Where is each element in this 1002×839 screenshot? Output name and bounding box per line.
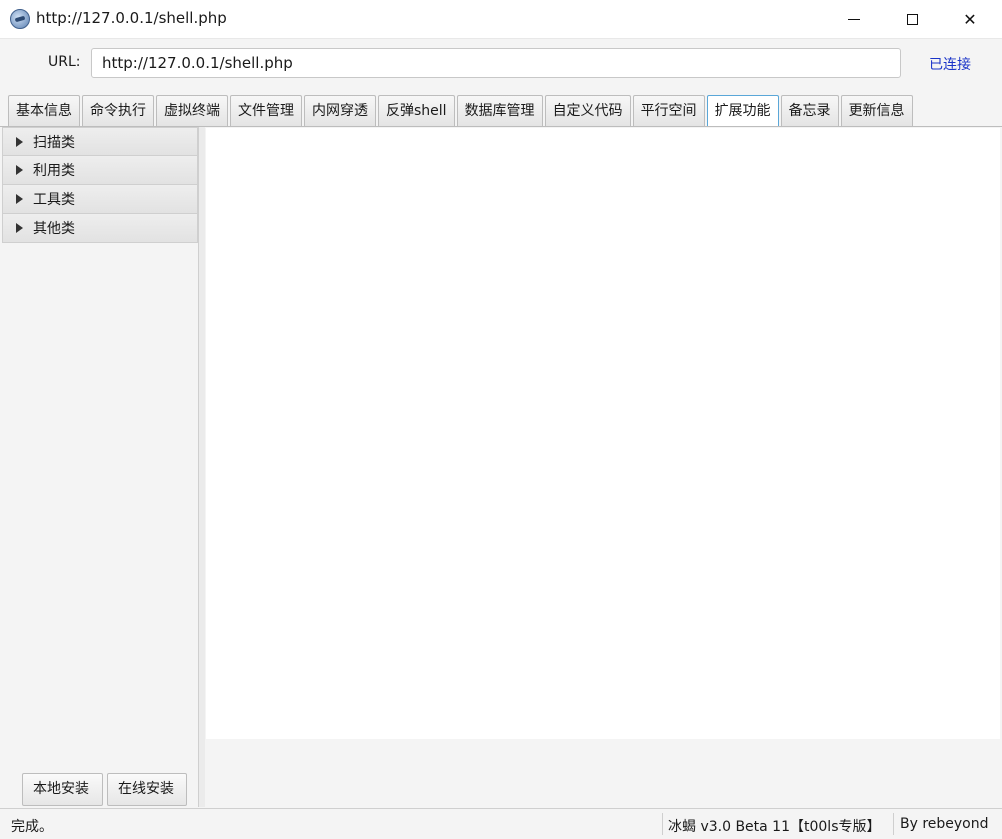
title-bar: http://127.0.0.1/shell.php ✕ <box>0 0 1002 39</box>
tab-database-manager[interactable]: 数据库管理 <box>456 95 543 126</box>
tree-item-other[interactable]: 其他类 <box>2 214 198 243</box>
tab-intranet-tunnel[interactable]: 内网穿透 <box>304 95 376 126</box>
panel-splitter[interactable] <box>199 127 205 807</box>
version-label: 冰蝎 v3.0 Beta 11【t00ls专版】 <box>668 819 881 835</box>
tab-memo[interactable]: 备忘录 <box>780 95 839 126</box>
tree-item-label: 工具类 <box>33 192 75 208</box>
author-label: By rebeyond <box>900 816 989 832</box>
url-label: URL: <box>48 54 81 70</box>
tree-item-label: 其他类 <box>33 221 75 237</box>
maximize-icon <box>906 13 918 25</box>
tab-custom-code[interactable]: 自定义代码 <box>544 95 631 126</box>
connection-status: 已连接 <box>929 57 971 73</box>
expand-arrow-icon <box>16 223 23 233</box>
tab-update-info[interactable]: 更新信息 <box>840 95 913 126</box>
online-install-button[interactable]: 在线安装 <box>107 773 187 806</box>
minimize-icon <box>848 18 860 20</box>
status-bar: 完成。 冰蝎 v3.0 Beta 11【t00ls专版】 By rebeyond <box>0 808 1002 839</box>
tab-virtual-terminal[interactable]: 虚拟终端 <box>156 95 228 126</box>
tree-item-label: 扫描类 <box>33 134 75 151</box>
close-button[interactable]: ✕ <box>942 0 998 38</box>
tab-extensions[interactable]: 扩展功能 <box>706 95 779 127</box>
tree-item-exploit[interactable]: 利用类 <box>2 156 198 185</box>
minimize-button[interactable] <box>826 0 882 38</box>
tree-item-scan[interactable]: 扫描类 <box>2 127 198 156</box>
plugin-category-tree: 扫描类 利用类 工具类 其他类 <box>2 127 199 807</box>
local-install-button[interactable]: 本地安装 <box>22 773 103 806</box>
tab-basic-info[interactable]: 基本信息 <box>8 95 80 126</box>
status-message: 完成。 <box>11 819 53 835</box>
url-input[interactable]: http://127.0.0.1/shell.php <box>91 48 901 78</box>
plugin-content-area <box>206 128 1000 739</box>
expand-arrow-icon <box>16 165 23 175</box>
status-separator <box>662 813 663 835</box>
tab-bar: 基本信息 命令执行 虚拟终端 文件管理 内网穿透 反弹shell 数据库管理 自… <box>8 95 915 127</box>
tree-item-label: 利用类 <box>33 163 75 179</box>
expand-arrow-icon <box>16 194 23 204</box>
status-separator <box>893 813 894 835</box>
tree-item-tools[interactable]: 工具类 <box>2 185 198 214</box>
tab-reverse-shell[interactable]: 反弹shell <box>378 95 455 126</box>
tab-parallel-space[interactable]: 平行空间 <box>632 95 705 126</box>
expand-arrow-icon <box>16 136 23 147</box>
tab-file-manager[interactable]: 文件管理 <box>230 95 302 126</box>
tab-command-exec[interactable]: 命令执行 <box>82 95 154 126</box>
content-footer <box>206 739 1000 807</box>
window-title: http://127.0.0.1/shell.php <box>36 9 227 27</box>
app-logo-icon <box>10 9 30 29</box>
close-icon: ✕ <box>963 9 977 29</box>
maximize-button[interactable] <box>884 0 940 38</box>
